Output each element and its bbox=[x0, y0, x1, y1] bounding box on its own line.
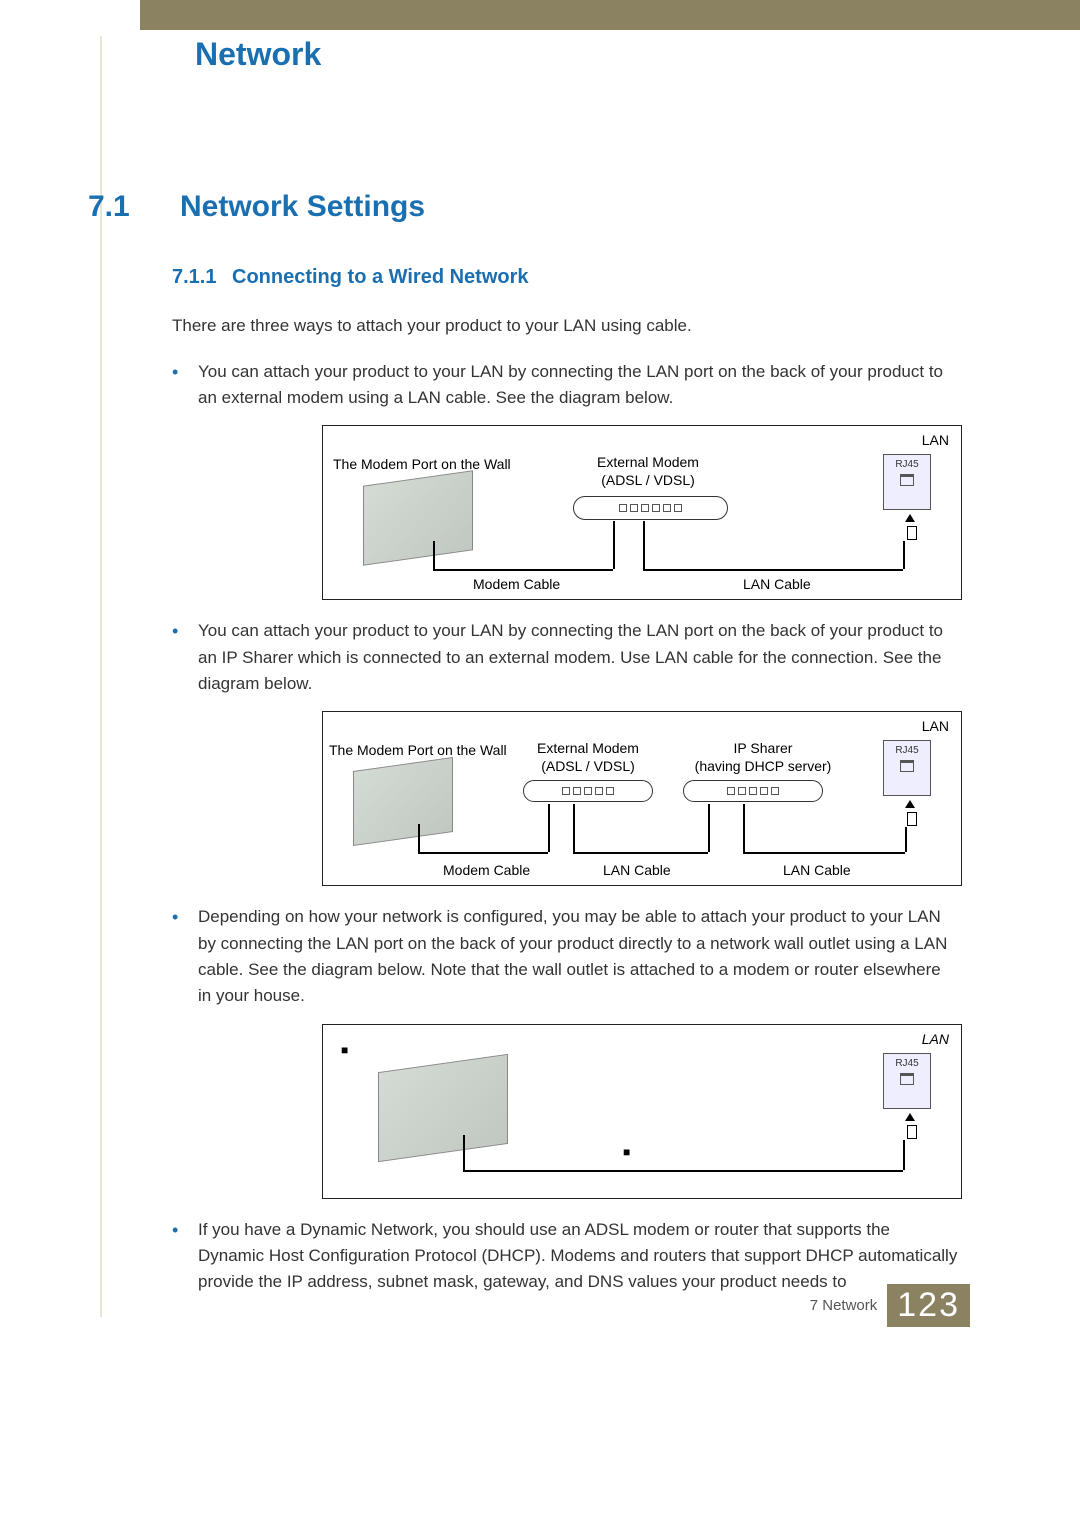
cable bbox=[903, 1140, 905, 1170]
page-content: 7.1 Network Settings 7.1.1 Connecting to… bbox=[88, 190, 958, 1310]
label-ipsharer-l2: (having DHCP server) bbox=[695, 758, 832, 774]
wall-plate-icon bbox=[353, 757, 453, 846]
cable bbox=[613, 521, 615, 569]
label-rj45: RJ45 bbox=[884, 1054, 930, 1069]
label-modem-cable: Modem Cable bbox=[443, 862, 530, 880]
intro-paragraph: There are three ways to attach your prod… bbox=[172, 313, 958, 339]
bullet-icon: • bbox=[172, 618, 198, 697]
section-heading: 7.1 Network Settings bbox=[88, 190, 958, 224]
label-wall-port-short: ■ bbox=[341, 1043, 348, 1058]
label-wall-port: The Modem Port on the Wall bbox=[333, 456, 533, 474]
diagram-2: The Modem Port on the Wall External Mode… bbox=[282, 711, 958, 886]
rj45-icon bbox=[900, 1073, 914, 1085]
cable bbox=[643, 521, 645, 569]
cable bbox=[573, 804, 575, 852]
label-lan: LAN bbox=[922, 1031, 949, 1049]
section-number: 7.1 bbox=[88, 190, 180, 224]
section-title: Network Settings bbox=[180, 190, 425, 224]
label-lan-cable: LAN Cable bbox=[603, 862, 671, 880]
bullet-icon: • bbox=[172, 1217, 198, 1296]
cable bbox=[573, 852, 708, 854]
cable bbox=[433, 541, 435, 569]
plug-icon bbox=[907, 1125, 917, 1139]
wall-plate-icon bbox=[363, 470, 473, 565]
arrow-up-icon bbox=[905, 514, 915, 522]
cable bbox=[463, 1135, 465, 1170]
label-lan-cable: LAN Cable bbox=[743, 576, 811, 594]
list-item: • Depending on how your network is confi… bbox=[172, 904, 958, 1009]
lan-port-box: RJ45 bbox=[883, 1053, 931, 1109]
bullet-text: You can attach your product to your LAN … bbox=[198, 618, 958, 697]
footer-chapter-label: 7 Network bbox=[810, 1297, 878, 1314]
subsection-title: Connecting to a Wired Network bbox=[232, 266, 529, 289]
plug-icon bbox=[907, 812, 917, 826]
label-rj45: RJ45 bbox=[884, 741, 930, 756]
list-item: • You can attach your product to your LA… bbox=[172, 359, 958, 412]
cable bbox=[418, 852, 548, 854]
ip-sharer-icon bbox=[683, 780, 823, 802]
chapter-title: Network bbox=[195, 36, 321, 73]
label-ipsharer-l1: IP Sharer bbox=[734, 740, 793, 756]
lan-port-box: RJ45 bbox=[883, 454, 931, 510]
label-rj45: RJ45 bbox=[884, 455, 930, 470]
bullet-icon: • bbox=[172, 359, 198, 412]
label-modem-l2: (ADSL / VDSL) bbox=[601, 472, 695, 488]
label-modem-l1: External Modem bbox=[597, 454, 699, 470]
plug-icon bbox=[907, 526, 917, 540]
list-item: • You can attach your product to your LA… bbox=[172, 618, 958, 697]
label-modem-l2: (ADSL / VDSL) bbox=[541, 758, 635, 774]
rj45-icon bbox=[900, 760, 914, 772]
diagram-3: LAN RJ45 ■ ■ bbox=[282, 1024, 958, 1199]
cable bbox=[743, 804, 745, 852]
label-lan: LAN bbox=[922, 718, 949, 736]
label-modem-l1: External Modem bbox=[537, 740, 639, 756]
bullet-text: You can attach your product to your LAN … bbox=[198, 359, 958, 412]
modem-icon bbox=[573, 496, 728, 520]
bullet-icon: • bbox=[172, 904, 198, 1009]
label-wall-port: The Modem Port on the Wall bbox=[329, 742, 529, 760]
label-lan-cable-short: ■ bbox=[623, 1145, 630, 1160]
header-tab bbox=[0, 0, 140, 36]
modem-icon bbox=[523, 780, 653, 802]
label-lan: LAN bbox=[922, 432, 949, 450]
subsection-heading: 7.1.1 Connecting to a Wired Network bbox=[172, 266, 958, 289]
bullet-list: • You can attach your product to your LA… bbox=[172, 359, 958, 1296]
rj45-icon bbox=[900, 474, 914, 486]
label-lan-cable: LAN Cable bbox=[783, 862, 851, 880]
cable bbox=[643, 569, 903, 571]
cable bbox=[418, 824, 420, 852]
header-bar bbox=[0, 0, 1080, 30]
wall-plate-icon bbox=[378, 1053, 508, 1161]
cable bbox=[708, 804, 710, 852]
cable bbox=[743, 852, 905, 854]
page-footer: 7 Network 123 bbox=[810, 1284, 970, 1327]
cable bbox=[463, 1170, 903, 1172]
lan-port-box: RJ45 bbox=[883, 740, 931, 796]
cable bbox=[903, 541, 905, 569]
cable bbox=[548, 804, 550, 852]
diagram-1: The Modem Port on the Wall External Mode… bbox=[282, 425, 958, 600]
cable bbox=[433, 569, 613, 571]
arrow-up-icon bbox=[905, 1113, 915, 1121]
label-modem-cable: Modem Cable bbox=[473, 576, 560, 594]
subsection-number: 7.1.1 bbox=[172, 266, 232, 289]
footer-page-number: 123 bbox=[887, 1284, 970, 1327]
bullet-text: Depending on how your network is configu… bbox=[198, 904, 958, 1009]
arrow-up-icon bbox=[905, 800, 915, 808]
cable bbox=[905, 827, 907, 852]
